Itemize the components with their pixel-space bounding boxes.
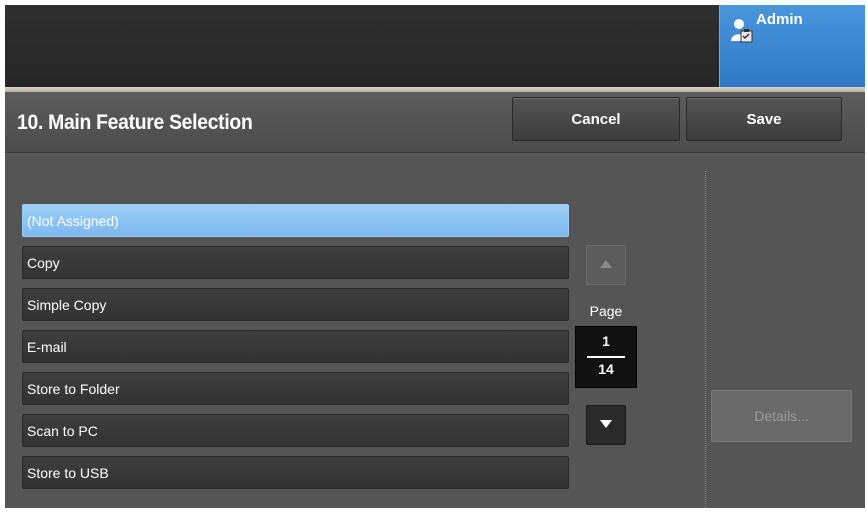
device-screen: Admin 10. Main Feature Selection Cancel … xyxy=(5,5,865,508)
details-button[interactable]: Details... xyxy=(711,390,852,442)
panel-divider xyxy=(705,171,706,508)
feature-list-item-not-assigned[interactable]: (Not Assigned) xyxy=(22,204,569,237)
feature-list-item-scan-to-pc[interactable]: Scan to PC xyxy=(22,414,569,447)
save-button[interactable]: Save xyxy=(686,97,842,141)
page-indicator: 1 14 xyxy=(575,326,637,388)
feature-list-item-simple-copy[interactable]: Simple Copy xyxy=(22,288,569,321)
triangle-up-icon xyxy=(599,256,613,274)
admin-login-button[interactable]: Admin xyxy=(719,5,865,87)
feature-list-item-copy[interactable]: Copy xyxy=(22,246,569,279)
feature-list-item-store-to-folder[interactable]: Store to Folder xyxy=(22,372,569,405)
main-panel: (Not Assigned) Copy Simple Copy E-mail S… xyxy=(5,153,865,508)
feature-list-item-store-to-usb[interactable]: Store to USB xyxy=(22,456,569,489)
page-fraction-divider xyxy=(587,356,625,358)
page-up-button[interactable] xyxy=(586,245,626,285)
cancel-button[interactable]: Cancel xyxy=(512,97,680,141)
triangle-down-icon xyxy=(599,416,613,434)
page-header: 10. Main Feature Selection Cancel Save xyxy=(5,92,865,153)
page-current: 1 xyxy=(602,333,610,349)
page-total: 14 xyxy=(598,361,614,377)
feature-list-item-email[interactable]: E-mail xyxy=(22,330,569,363)
page-title: 10. Main Feature Selection xyxy=(17,111,253,134)
top-bar: Admin xyxy=(5,5,865,87)
page-down-button[interactable] xyxy=(586,405,626,445)
admin-label: Admin xyxy=(756,11,803,28)
admin-user-icon xyxy=(730,17,754,45)
page-label: Page xyxy=(589,303,623,319)
